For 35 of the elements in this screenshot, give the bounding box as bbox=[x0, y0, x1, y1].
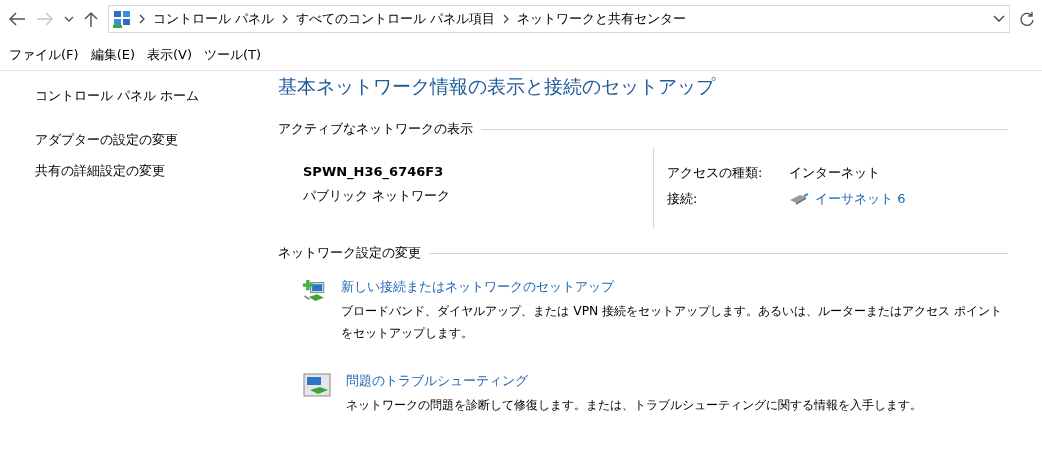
page-title: 基本ネットワーク情報の表示と接続のセットアップ bbox=[278, 74, 717, 99]
chevron-icon bbox=[503, 14, 510, 24]
section-heading: ネットワーク設定の変更 bbox=[278, 244, 421, 262]
menu-item[interactable]: ツール(T) bbox=[198, 46, 268, 64]
network-troubleshoot-icon bbox=[302, 370, 332, 400]
sidebar-link[interactable]: 共有の詳細設定の変更 bbox=[35, 162, 278, 180]
task-description: ブロードバンド、ダイヤルアップ、または VPN 接続をセットアップします。あるいは、ルーターまたはアクセス ポイントをセットアップします。 bbox=[341, 302, 1004, 342]
connection-link[interactable]: イーサネット 6 bbox=[789, 190, 906, 208]
dropdown-icon[interactable] bbox=[993, 15, 1005, 23]
refresh-icon[interactable] bbox=[1019, 11, 1035, 27]
dropdown-icon[interactable] bbox=[64, 15, 74, 23]
chevron-icon bbox=[282, 14, 289, 24]
sidebar-link[interactable]: コントロール パネル ホーム bbox=[35, 87, 278, 105]
network-name: SPWN_H36_6746F3 bbox=[303, 164, 445, 179]
address-bar[interactable]: コントロール パネル すべてのコントロール パネル項目 ネットワークと共有センター bbox=[108, 5, 1010, 33]
back-icon[interactable] bbox=[8, 12, 26, 26]
detail-label: 接続: bbox=[667, 190, 699, 208]
up-icon[interactable] bbox=[84, 10, 98, 28]
task-link[interactable]: 問題のトラブルシューティング bbox=[346, 372, 528, 390]
sidebar-link[interactable]: アダプターの設定の変更 bbox=[35, 131, 278, 149]
detail-label: アクセスの種類: bbox=[667, 164, 764, 182]
ethernet-icon bbox=[789, 193, 809, 205]
control-panel-icon bbox=[113, 10, 131, 28]
breadcrumb[interactable]: すべてのコントロール パネル項目 bbox=[296, 10, 496, 28]
breadcrumb[interactable]: ネットワークと共有センター bbox=[517, 10, 687, 28]
section-heading: アクティブなネットワークの表示 bbox=[278, 120, 473, 138]
task-description: ネットワークの問題を診断して修復します。または、トラブルシューティングに関する情報を入手します。 bbox=[346, 396, 922, 414]
chevron-icon bbox=[139, 14, 145, 24]
breadcrumb[interactable]: コントロール パネル bbox=[153, 10, 275, 28]
menu-item[interactable]: ファイル(F) bbox=[3, 46, 85, 64]
detail-value: インターネット bbox=[789, 164, 881, 182]
menu-item[interactable]: 表示(V) bbox=[141, 46, 199, 64]
network-category: パブリック ネットワーク bbox=[303, 187, 452, 205]
menu-item[interactable]: 編集(E) bbox=[84, 46, 141, 64]
task-link[interactable]: 新しい接続またはネットワークのセットアップ bbox=[341, 278, 615, 296]
